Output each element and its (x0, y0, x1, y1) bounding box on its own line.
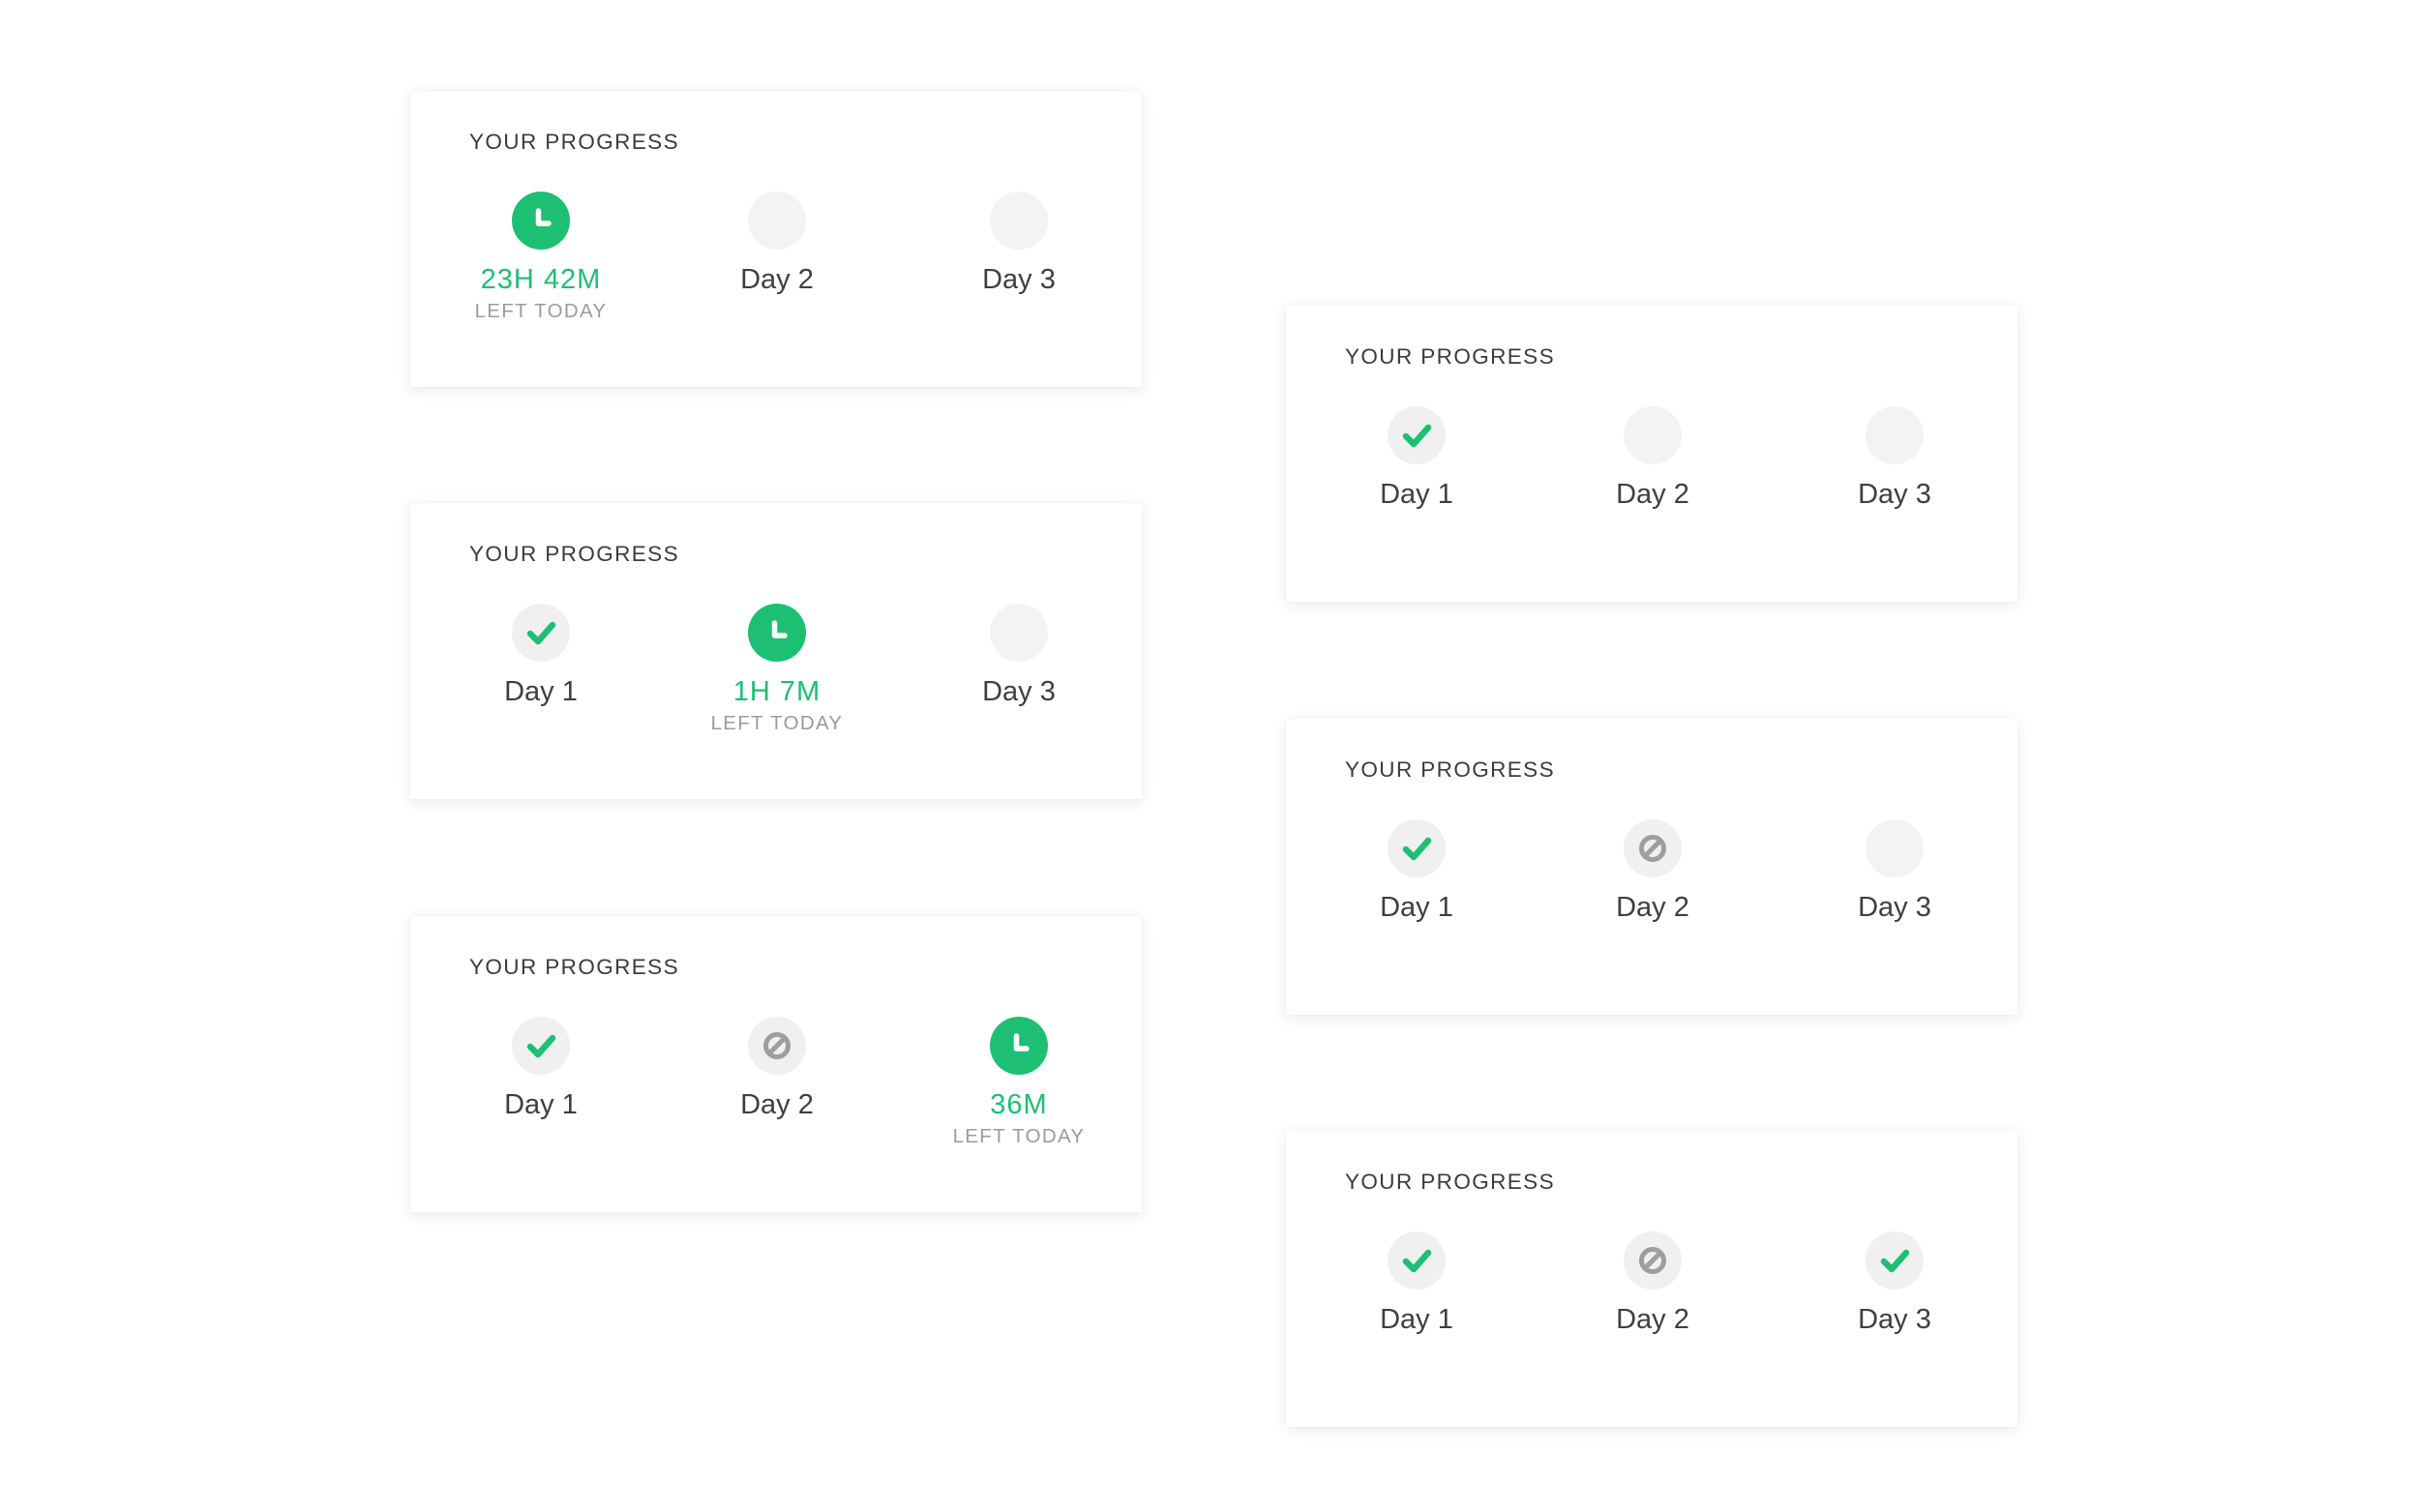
day-3-sublabel: LEFT TODAY (952, 1125, 1086, 1147)
day-2-icon (748, 1017, 806, 1075)
day-3-label: 36M (990, 1089, 1048, 1120)
day-1-icon (512, 192, 570, 250)
day-3-label: Day 3 (982, 676, 1056, 707)
progress-card-3: YOUR PROGRESS Day 1 Day 2 36M LEFT TODAY (410, 916, 1142, 1212)
day-3-label: Day 3 (1858, 1304, 1931, 1335)
day-3-item: Day 3 (1798, 406, 1991, 512)
day-1-item: 23H 42M LEFT TODAY (444, 192, 638, 323)
day-2-item: Day 2 (1556, 1231, 1749, 1337)
day-3-label: Day 3 (1858, 892, 1931, 923)
day-2-item: Day 2 (1556, 406, 1749, 512)
day-1-icon (1388, 819, 1446, 877)
day-3-label: Day 3 (1858, 479, 1931, 510)
card-title: YOUR PROGRESS (469, 542, 679, 566)
day-2-label: Day 2 (1616, 479, 1689, 510)
skipped-icon (1639, 1247, 1666, 1274)
progress-card-5: YOUR PROGRESS Day 1 Day 2 Day 3 (1286, 719, 2017, 1015)
day-1-label: Day 1 (504, 676, 578, 707)
check-icon (526, 1034, 556, 1058)
clock-icon (1013, 1033, 1030, 1052)
day-2-icon (748, 604, 806, 662)
check-icon (1402, 1249, 1432, 1273)
day-3-icon (990, 192, 1048, 250)
day-2-label: 1H 7M (732, 676, 821, 707)
day-3-icon (990, 604, 1048, 662)
progress-card-6: YOUR PROGRESS Day 1 Day 2 Day 3 (1286, 1131, 2017, 1427)
check-icon (1880, 1249, 1910, 1273)
clock-icon (535, 208, 552, 226)
day-2-item: 1H 7M LEFT TODAY (680, 604, 874, 735)
skipped-icon (1639, 835, 1666, 862)
day-1-item: Day 1 (444, 1017, 638, 1122)
card-title: YOUR PROGRESS (1345, 344, 1555, 369)
check-icon (1402, 424, 1432, 448)
day-1-sublabel: LEFT TODAY (474, 300, 608, 322)
day-1-label: Day 1 (504, 1089, 578, 1120)
progress-card-1: YOUR PROGRESS 23H 42M LEFT TODAY Day 2 D… (410, 91, 1142, 387)
day-2-icon (1624, 1231, 1682, 1290)
day-3-icon (1866, 1231, 1924, 1290)
day-2-label: Day 2 (740, 1089, 814, 1120)
day-1-item: Day 1 (1320, 406, 1513, 512)
progress-cards-canvas: { "colors": { "accent": "#1dbf73", "skip… (0, 0, 2419, 1512)
day-3-label: Day 3 (982, 264, 1056, 295)
day-2-sublabel: LEFT TODAY (710, 712, 844, 734)
day-1-icon (512, 1017, 570, 1075)
progress-card-4: YOUR PROGRESS Day 1 Day 2 Day 3 (1286, 306, 2017, 602)
day-3-item: Day 3 (1798, 1231, 1991, 1337)
day-2-icon (748, 192, 806, 250)
day-2-label: Day 2 (740, 264, 814, 295)
day-3-icon (1866, 819, 1924, 877)
day-1-icon (1388, 406, 1446, 464)
skipped-icon (763, 1032, 791, 1059)
day-2-item: Day 2 (680, 192, 874, 297)
day-1-icon (1388, 1231, 1446, 1290)
day-2-label: Day 2 (1616, 892, 1689, 923)
day-3-icon (1866, 406, 1924, 464)
day-1-item: Day 1 (444, 604, 638, 709)
card-title: YOUR PROGRESS (1345, 1170, 1555, 1194)
day-3-icon (990, 1017, 1048, 1075)
day-1-item: Day 1 (1320, 819, 1513, 925)
day-1-label: Day 1 (1380, 479, 1453, 510)
day-2-icon (1624, 406, 1682, 464)
day-3-item: Day 3 (922, 192, 1116, 297)
day-1-label: Day 1 (1380, 1304, 1453, 1335)
day-1-label: 23H 42M (480, 264, 602, 295)
check-icon (1402, 837, 1432, 861)
day-2-icon (1624, 819, 1682, 877)
day-1-item: Day 1 (1320, 1231, 1513, 1337)
day-2-item: Day 2 (1556, 819, 1749, 925)
day-1-label: Day 1 (1380, 892, 1453, 923)
day-1-icon (512, 604, 570, 662)
card-title: YOUR PROGRESS (469, 955, 679, 979)
check-icon (526, 621, 556, 645)
day-2-item: Day 2 (680, 1017, 874, 1122)
card-title: YOUR PROGRESS (1345, 757, 1555, 782)
progress-card-2: YOUR PROGRESS Day 1 1H 7M LEFT TODAY Day… (410, 503, 1142, 799)
day-3-item: Day 3 (1798, 819, 1991, 925)
day-3-item: 36M LEFT TODAY (922, 1017, 1116, 1148)
day-3-item: Day 3 (922, 604, 1116, 709)
clock-icon (771, 620, 788, 638)
day-2-label: Day 2 (1616, 1304, 1689, 1335)
card-title: YOUR PROGRESS (469, 130, 679, 154)
